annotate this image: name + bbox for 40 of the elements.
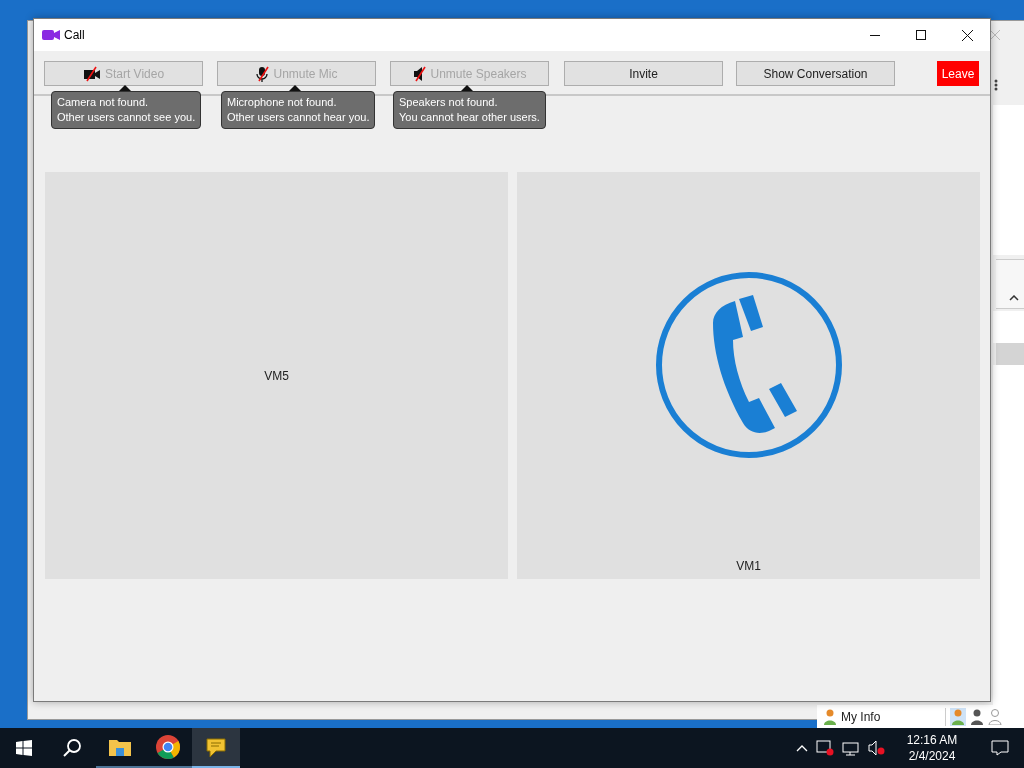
speaker-off-icon — [412, 65, 427, 82]
toolbar-button[interactable]: Invite — [564, 61, 723, 86]
phone-icon — [654, 271, 843, 459]
leave-button[interactable]: Leave — [937, 61, 979, 86]
close-icon — [961, 29, 973, 41]
speech-bubble-icon — [991, 740, 1009, 756]
folder-icon — [108, 737, 132, 757]
chevron-up-icon — [1009, 295, 1019, 301]
person-icon — [988, 709, 1002, 725]
status-bar-label: My Info — [841, 709, 882, 726]
person-icon — [823, 709, 837, 725]
close-icon — [990, 30, 1000, 40]
person-icon — [970, 709, 984, 725]
microphone-off-icon — [255, 65, 270, 82]
window-title: Call — [64, 27, 85, 44]
taskbar-app[interactable] — [192, 728, 240, 768]
tooltip: Speakers not found. You cannot hear other users. — [393, 91, 546, 129]
camera-off-icon — [82, 65, 101, 82]
monitor-icon — [842, 740, 860, 756]
toolbar-button[interactable]: Show Conversation — [736, 61, 895, 86]
side-panel — [993, 311, 1024, 343]
video-camera-icon — [42, 29, 60, 41]
speaker-muted-icon — [868, 740, 886, 756]
clock-date: 2/4/2024 — [908, 748, 956, 764]
more-icon — [994, 79, 998, 91]
person-icon — [950, 708, 966, 726]
clock-time: 12:16 AM — [906, 732, 958, 748]
search-icon — [62, 738, 82, 758]
tooltip: Microphone not found. Other users cannot hear you. — [221, 91, 376, 129]
tooltip: Camera not found. Other users cannot see you. — [51, 91, 202, 129]
browser-icon — [155, 734, 181, 760]
chevron-up-icon — [796, 744, 808, 752]
windows-icon — [16, 740, 32, 756]
participant-name: VM5 — [264, 367, 289, 385]
network-error-icon — [816, 740, 834, 756]
maximize-icon — [916, 30, 926, 40]
participant-name: VM1 — [736, 558, 761, 575]
list-item — [996, 343, 1024, 365]
speech-bubble-icon — [204, 735, 228, 759]
minimize-icon — [870, 34, 880, 36]
